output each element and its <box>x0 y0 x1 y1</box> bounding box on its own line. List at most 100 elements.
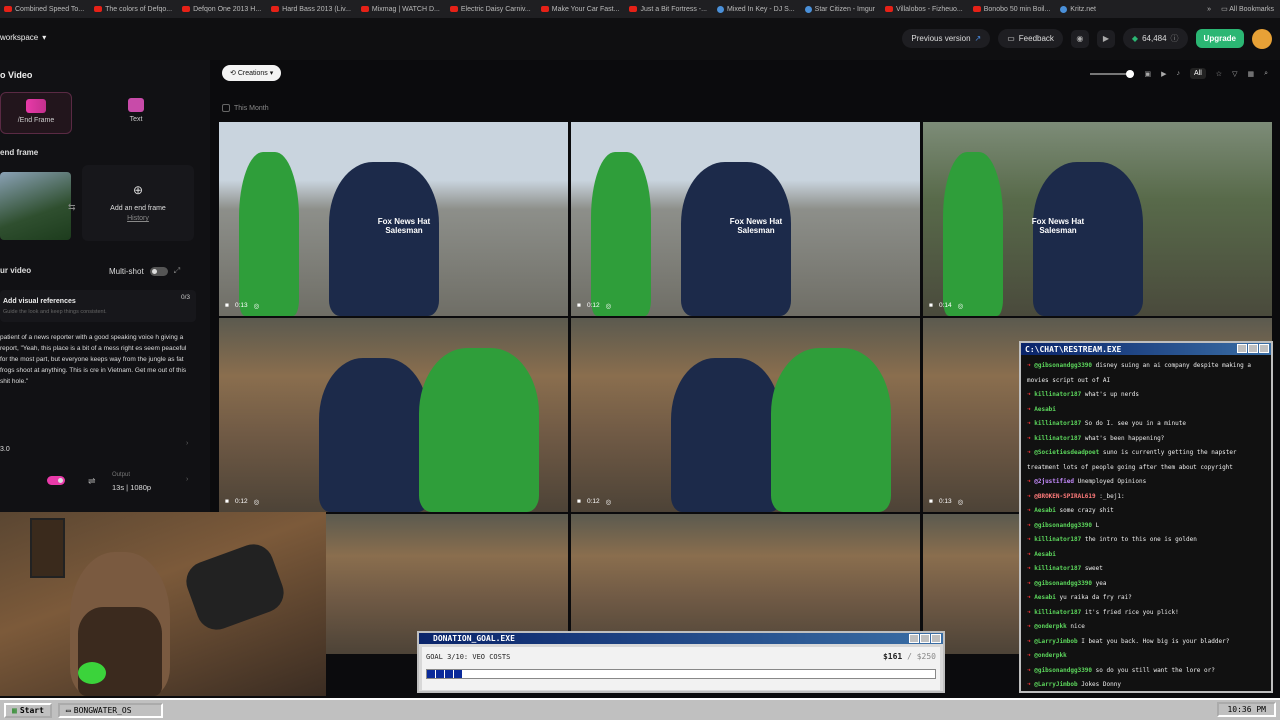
bookmark-item[interactable]: Bonobo 50 min Boil... <box>972 6 1050 13</box>
search-icon[interactable]: ⌕ <box>1264 70 1268 78</box>
creations-dropdown[interactable]: ⟲ Creations ▾ <box>222 65 282 81</box>
expand-icon[interactable]: ⤢ <box>174 266 180 276</box>
donation-body: GOAL 3/10: VEO COSTS $161 / $250 <box>422 647 940 690</box>
workspace-selector[interactable]: workspace ▾ <box>0 33 46 42</box>
video-icon[interactable]: ▶ <box>1161 70 1166 78</box>
frog-soldier-figure <box>943 152 1003 316</box>
prompt-text[interactable]: patient of a news reporter with a good s… <box>0 332 190 387</box>
bookmark-item[interactable]: Just a Bit Fortress -... <box>629 6 707 13</box>
youtube-icon <box>972 6 981 12</box>
multishot-toggle[interactable] <box>149 266 168 276</box>
visual-references-box[interactable]: Add visual references Guide the look and… <box>0 290 196 322</box>
funnel-icon[interactable]: ▽ <box>1232 70 1237 78</box>
image-icon[interactable]: ▣ <box>1144 70 1151 78</box>
chevron-right-icon[interactable]: › <box>186 440 188 447</box>
maximize-button[interactable] <box>920 634 930 643</box>
globe-icon <box>716 5 724 13</box>
chat-message: ➜ @gibsonandgg3390 disney suing an ai co… <box>1027 362 1251 384</box>
zoom-slider[interactable] <box>1090 69 1135 78</box>
upgrade-button[interactable]: Upgrade <box>1195 29 1244 48</box>
windows-logo-icon: ▦ <box>12 705 17 715</box>
maximize-button[interactable] <box>1248 344 1258 353</box>
chat-message: ➜ killinator187 what's been happening? <box>1027 434 1165 442</box>
grid-icon[interactable]: ▦ <box>1247 70 1254 78</box>
shirt-text: Fox News Hat Salesman <box>729 217 783 235</box>
frog-soldier-figure <box>239 152 299 316</box>
video-duration-badge: ■ 0:12 ◎ <box>577 498 612 506</box>
history-icon: ⟲ <box>230 70 236 77</box>
close-button[interactable] <box>1259 344 1269 353</box>
select-month-checkbox[interactable] <box>222 104 230 112</box>
chat-messages: ➜ @gibsonandgg3390 disney suing an ai co… <box>1021 355 1271 693</box>
add-end-frame-button[interactable]: ⊕ Add an end frame History <box>82 165 194 241</box>
output-value[interactable]: 13s | 1080p <box>112 483 151 492</box>
discord-icon[interactable]: ◉ <box>1070 29 1089 48</box>
minimize-button[interactable] <box>909 634 919 643</box>
your-video-label: ur video <box>0 266 32 275</box>
video-card[interactable]: Fox News Hat Salesman ■ 0:12 ◎ <box>571 122 920 316</box>
previous-version-button[interactable]: Previous version ↗ <box>902 29 991 48</box>
reporter-figure <box>319 358 429 512</box>
chat-message: ➜ killinator187 So do I. see you in a mi… <box>1027 420 1186 427</box>
bookmark-item[interactable]: Make Your Car Fast... <box>540 6 619 13</box>
chat-message: ➜ @onderpkk nice <box>1027 623 1085 630</box>
swap-icon[interactable]: ⇆ <box>68 202 76 213</box>
audio-icon[interactable]: ♪ <box>1177 70 1181 77</box>
mode-text[interactable]: Text <box>100 92 172 134</box>
shirt-text: Fox News Hat Salesman <box>377 217 431 235</box>
bookmark-item[interactable]: Mixed In Key - DJ S... <box>716 5 795 13</box>
bookmark-item[interactable]: Defqon One 2013 H... <box>182 6 261 13</box>
bookmark-item[interactable]: Villalobos - Fizheuo... <box>884 6 963 13</box>
youtube-icon <box>360 6 369 12</box>
chevron-right-icon[interactable]: › <box>186 476 188 483</box>
bookmark-item[interactable]: Kritz.net <box>1060 5 1096 13</box>
start-frame-thumbnail[interactable] <box>0 172 71 240</box>
sliders-icon[interactable]: ⇌ <box>88 476 96 487</box>
image-add-icon: ⊕ <box>132 183 144 197</box>
bookmark-item[interactable]: Electric Daisy Carniv... <box>449 6 531 13</box>
avatar[interactable] <box>1252 28 1272 49</box>
chevron-right-icon[interactable]: » <box>1207 6 1211 13</box>
close-button[interactable] <box>931 634 941 643</box>
video-camera-icon: ■ <box>929 498 933 505</box>
credits-display[interactable]: ◆ 64,484 ⓘ <box>1122 28 1188 49</box>
filter-all-tab[interactable]: All <box>1190 68 1206 79</box>
frog-sprite <box>78 662 106 684</box>
video-camera-icon: ■ <box>225 302 229 309</box>
youtube-icon[interactable]: ▶ <box>1096 29 1115 48</box>
microphone <box>180 538 290 636</box>
feedback-button[interactable]: ▭ Feedback <box>998 29 1063 48</box>
start-button[interactable]: ▦ Start <box>4 702 52 718</box>
multishot-row: Multi-shot ⤢ <box>109 266 181 276</box>
model-label[interactable]: 3.0 <box>0 446 10 453</box>
taskbar-window-button[interactable]: ▭ BONGWATER_OS <box>57 702 163 718</box>
reporter-figure <box>329 162 439 316</box>
video-card[interactable]: ■ 0:12 ◎ <box>219 318 568 512</box>
video-card[interactable]: ■ 0:12 ◎ <box>571 318 920 512</box>
history-link[interactable]: History <box>82 215 194 222</box>
youtube-icon <box>4 6 12 12</box>
youtube-icon <box>449 6 458 12</box>
chat-message: ➜ killinator187 the intro to this one is… <box>1027 536 1197 543</box>
audio-toggle[interactable] <box>47 476 65 485</box>
bookmark-item[interactable]: Mixmag | WATCH D... <box>360 6 440 13</box>
donation-title-bar: DONATION_GOAL.EXE <box>419 633 943 644</box>
all-bookmarks-link[interactable]: ▭ All Bookmarks <box>1221 5 1274 13</box>
star-icon[interactable]: ☆ <box>1216 70 1222 78</box>
chat-message: ➜ @gibsonandgg3390 yea <box>1027 579 1107 587</box>
bookmark-item[interactable]: The colors of Defqo... <box>94 6 172 13</box>
bookmark-item[interactable]: Hard Bass 2013 (Liv... <box>271 6 351 13</box>
chat-message: ➜ killinator187 what's up nerds <box>1027 391 1140 398</box>
chat-message: ➜ @gibsonandgg3390 L <box>1027 521 1100 529</box>
chat-message: ➜ Aesabi <box>1027 405 1056 413</box>
taskbar-clock: 10:36 PM <box>1217 702 1276 717</box>
video-card[interactable]: Fox News Hat Salesman ■ 0:14 ◎ <box>923 122 1272 316</box>
chat-message: ➜ Aesabi yu raika da fry rai? <box>1027 594 1132 601</box>
video-duration-badge: ■ 0:12 ◎ <box>577 302 612 310</box>
video-card[interactable]: Fox News Hat Salesman ■ 0:13 ◎ <box>219 122 568 316</box>
bookmark-item[interactable]: Combined Speed To... <box>4 6 84 13</box>
mode-start-end-frame[interactable]: /End Frame <box>0 92 72 134</box>
chat-message: ➜ @2justified Unemployed Opinions <box>1027 478 1147 485</box>
bookmark-item[interactable]: Star Citizen - Imgur <box>804 5 875 13</box>
minimize-button[interactable] <box>1237 344 1247 353</box>
